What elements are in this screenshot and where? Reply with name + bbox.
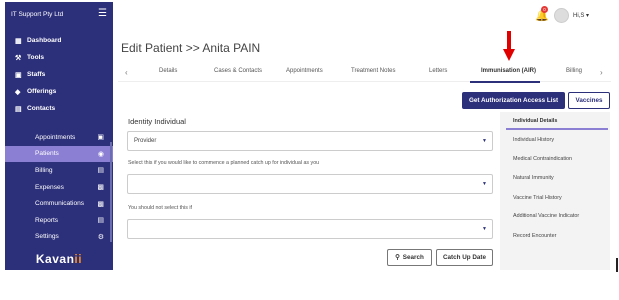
calendar-icon: ▣ xyxy=(97,134,104,142)
chat-icon: ▩ xyxy=(97,200,104,208)
sidebar-item-offerings[interactable]: ◆ Offerings xyxy=(5,83,113,100)
form-heading: Identity Individual xyxy=(128,117,186,126)
box-icon: ◆ xyxy=(15,88,21,96)
tab-cases-contacts[interactable]: Cases & Contacts xyxy=(214,68,262,74)
sidebar-item-billing[interactable]: Billing ▤ xyxy=(5,162,113,179)
hamburger-menu-icon[interactable]: ☰ xyxy=(98,9,107,19)
sidebar-submenu: Appointments ▣ Patients ◉ Billing ▤ Expense… xyxy=(5,129,113,245)
app-frame: IT Support Pty Ltd ☰ ▦ Dashboard ⚒ Tools ▣… xyxy=(0,0,619,300)
contact-icon: ▤ xyxy=(15,105,22,113)
card-icon: ▤ xyxy=(97,167,104,175)
notification-badge: 0 xyxy=(541,6,548,13)
right-nav-medical-contraindication[interactable]: Medical Contraindication xyxy=(513,156,572,162)
users-icon: ◉ xyxy=(97,150,104,158)
caret-down-icon: ▼ xyxy=(482,181,487,187)
avatar[interactable] xyxy=(554,8,569,23)
no-select-help-text: You should not select this if xyxy=(128,205,192,211)
wallet-icon: ▩ xyxy=(97,184,104,192)
edge-marker xyxy=(616,258,618,272)
tab-billing[interactable]: Billing xyxy=(566,68,582,74)
active-tab-indicator xyxy=(470,81,540,83)
gear-icon: ⚙ xyxy=(97,233,104,241)
tab-details[interactable]: Details xyxy=(159,68,177,74)
sidebar-item-patients[interactable]: Patients ◉ xyxy=(5,145,113,163)
sidebar-item-communications[interactable]: Communications ▩ xyxy=(5,195,113,212)
page-title: Edit Patient >> Anita PAIN xyxy=(121,41,261,55)
tab-appointments[interactable]: Appointments xyxy=(286,68,323,74)
chevron-right-icon[interactable]: › xyxy=(600,68,603,77)
org-name: IT Support Pty Ltd xyxy=(11,10,64,18)
sidebar-item-staffs[interactable]: ▣ Staffs xyxy=(5,66,113,83)
search-icon: ⚲ xyxy=(395,254,400,261)
sidebar-header: IT Support Pty Ltd ☰ xyxy=(5,2,113,26)
sidebar-item-settings[interactable]: Settings ⚙ xyxy=(5,229,113,246)
sidebar-item-expenses[interactable]: Expenses ▩ xyxy=(5,179,113,196)
red-arrow-annotation xyxy=(503,31,515,61)
report-icon: ▤ xyxy=(97,217,104,225)
caret-down-icon: ▼ xyxy=(482,226,487,232)
sidebar-item-appointments[interactable]: Appointments ▣ xyxy=(5,129,113,146)
sidebar-item-dashboard[interactable]: ▦ Dashboard xyxy=(5,32,113,49)
vaccines-button[interactable]: Vaccines xyxy=(568,92,610,109)
user-menu[interactable]: Hi,S ▾ xyxy=(573,12,589,19)
catch-up-help-text: Select this if you would like to commenc… xyxy=(128,160,320,166)
catch-up-date-button[interactable]: Catch Up Date xyxy=(436,249,493,266)
right-nav-active-indicator xyxy=(506,128,608,130)
kavanii-logo: Kavanii xyxy=(35,252,83,266)
provider-select[interactable]: Provider ▼ xyxy=(127,131,493,151)
right-nav-vaccine-trial-history[interactable]: Vaccine Trial History xyxy=(513,195,562,201)
sidebar-item-contacts[interactable]: ▤ Contacts xyxy=(5,100,113,117)
chevron-down-icon: ▾ xyxy=(586,13,590,19)
right-nav-individual-history[interactable]: Individual History xyxy=(513,137,554,143)
chevron-left-icon[interactable]: ‹ xyxy=(125,68,128,77)
wrench-icon: ⚒ xyxy=(15,54,22,62)
sidebar-item-reports[interactable]: Reports ▤ xyxy=(5,212,113,229)
search-button[interactable]: ⚲ Search xyxy=(387,249,432,266)
caret-down-icon: ▼ xyxy=(482,138,487,144)
sidebar-item-tools[interactable]: ⚒ Tools xyxy=(5,49,113,66)
sidebar-scrollbar[interactable] xyxy=(110,142,112,242)
grid-icon: ▦ xyxy=(15,37,22,45)
get-authorization-access-list-button[interactable]: Get Authorization Access List xyxy=(462,92,565,109)
tab-treatment-notes[interactable]: Treatment Notes xyxy=(351,68,395,74)
top-header: 🔔 0 Hi,S ▾ xyxy=(113,2,616,28)
right-nav-record-encounter[interactable]: Record Encounter xyxy=(513,233,556,239)
tab-immunisation-air[interactable]: Immunisation (AIR) xyxy=(481,68,536,74)
tab-letters[interactable]: Letters xyxy=(429,68,447,74)
right-nav-additional-vaccine-indicator[interactable]: Additional Vaccine Indicator xyxy=(513,213,579,219)
reason-select[interactable]: ▼ xyxy=(127,219,493,239)
right-nav-natural-immunity[interactable]: Natural Immunity xyxy=(513,175,554,181)
person-icon: ▣ xyxy=(15,71,22,79)
right-nav-panel xyxy=(500,112,610,270)
catch-up-select[interactable]: ▼ xyxy=(127,174,493,194)
right-nav-individual-details[interactable]: Individual Details xyxy=(513,118,557,124)
sidebar: IT Support Pty Ltd ☰ ▦ Dashboard ⚒ Tools ▣… xyxy=(5,2,113,270)
